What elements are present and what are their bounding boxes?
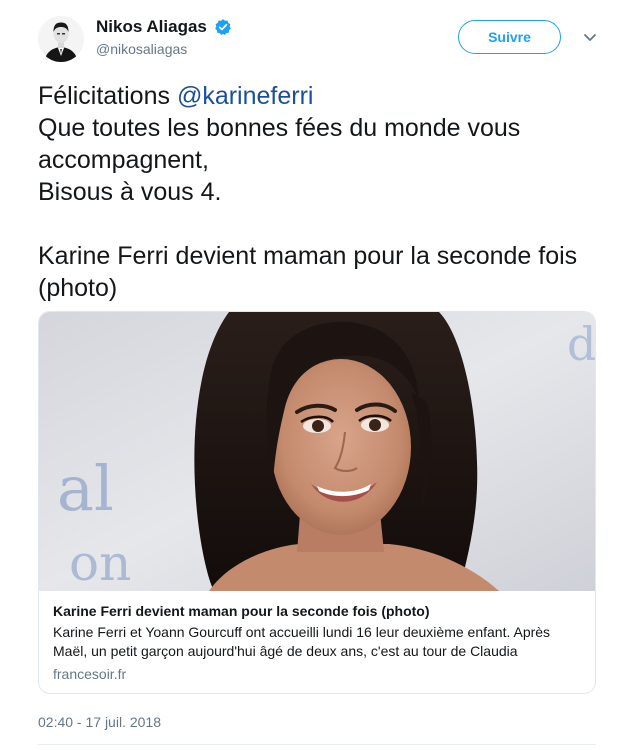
tweet-line-3: Bisous à vous 4. [38, 178, 222, 206]
tweet-spacer [38, 208, 598, 240]
bg-letter-1: d [567, 317, 595, 371]
follow-button[interactable]: Suivre [458, 20, 561, 54]
tweet-line-2: Que toutes les bonnes fées du monde vous… [38, 114, 521, 174]
author-display-name[interactable]: Nikos Aliagas [96, 16, 207, 38]
author-names: Nikos Aliagas @nikosaliagas [96, 16, 232, 59]
avatar-silhouette [38, 16, 84, 62]
card-image[interactable]: d al on [39, 312, 595, 591]
tweet-text: Félicitations @karineferri Que toutes le… [38, 80, 598, 304]
author-handle[interactable]: @nikosaliagas [96, 39, 232, 59]
tweet-line-1: Félicitations @karineferri [38, 80, 598, 112]
mention-link[interactable]: @karineferri [177, 82, 314, 110]
tweet-line-1-text: Félicitations [38, 82, 177, 110]
verified-badge-icon [215, 19, 232, 35]
bg-letter-2: al [57, 452, 114, 525]
avatar[interactable] [38, 16, 84, 62]
card-domain[interactable]: francesoir.fr [53, 665, 581, 683]
card-body: Karine Ferri devient maman pour la secon… [53, 602, 581, 683]
tweet: Nikos Aliagas @nikosaliagas Suivre Félic… [0, 0, 634, 750]
chevron-down-icon[interactable] [581, 28, 599, 46]
link-card[interactable]: d al on Karine Ferri devient maman pour … [38, 311, 596, 694]
tweet-line-4: Karine Ferri devient maman pour la secon… [38, 242, 578, 302]
card-photo: d al on [39, 312, 595, 591]
card-description: Karine Ferri et Yoann Gourcuff ont accue… [53, 624, 551, 659]
card-title[interactable]: Karine Ferri devient maman pour la secon… [53, 602, 581, 620]
tweet-header: Nikos Aliagas @nikosaliagas Suivre [38, 14, 608, 64]
divider [38, 744, 596, 745]
bg-letter-3: on [69, 534, 131, 591]
tweet-timestamp[interactable]: 02:40 - 17 juil. 2018 [38, 714, 161, 730]
